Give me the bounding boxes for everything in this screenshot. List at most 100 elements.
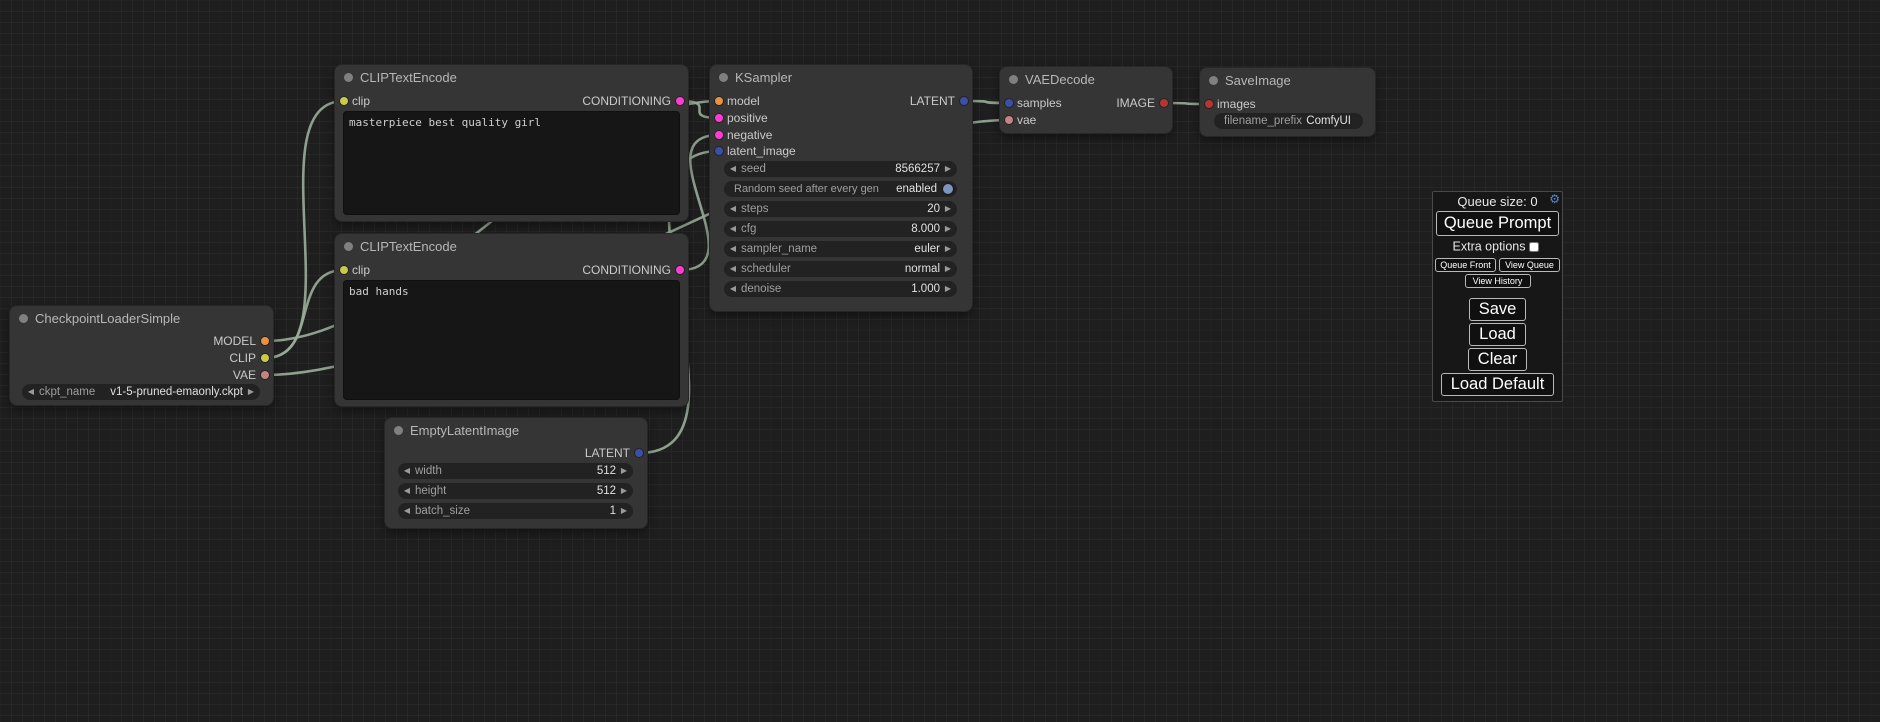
slot-label: VAE [233,368,256,382]
collapse-dot-icon[interactable] [19,314,28,323]
negative-input-port[interactable] [715,131,723,139]
load-button[interactable]: Load [1469,323,1526,346]
load-default-button[interactable]: Load Default [1441,373,1555,396]
latent-image-input-port[interactable] [715,147,723,155]
collapse-dot-icon[interactable] [1209,76,1218,85]
sampler-name-widget[interactable]: ◀ sampler_name euler ▶ [724,241,957,257]
decrement-arrow-icon[interactable]: ◀ [26,384,36,400]
decrement-arrow-icon[interactable]: ◀ [728,241,738,257]
input-slot-latent-image: latent_image [710,143,972,159]
extra-options-row: Extra options [1433,239,1562,255]
steps-widget[interactable]: ◀ steps 20 ▶ [724,201,957,217]
increment-arrow-icon[interactable]: ▶ [619,503,629,519]
node-saveimage[interactable]: SaveImage images filename_prefix ComfyUI [1200,68,1375,136]
collapse-dot-icon[interactable] [394,426,403,435]
increment-arrow-icon[interactable]: ▶ [943,201,953,217]
settings-gear-icon[interactable]: ⚙ [1549,192,1560,206]
decrement-arrow-icon[interactable]: ◀ [402,503,412,519]
slot-label: latent_image [727,144,796,158]
slot-label: MODEL [213,334,256,348]
node-emptylatentimage[interactable]: EmptyLatentImage LATENT ◀ width 512 ▶ ◀ … [385,418,647,528]
ckpt-name-widget[interactable]: ◀ ckpt_name v1-5-pruned-emaonly.ckpt ▶ [22,384,260,400]
node-graph-canvas[interactable]: CheckpointLoaderSimple MODEL CLIP VAE ◀ … [0,0,1880,722]
widget-value: v1-5-pruned-emaonly.ckpt [110,384,243,400]
increment-arrow-icon[interactable]: ▶ [943,241,953,257]
node-title: EmptyLatentImage [410,423,519,438]
widget-value: 8.000 [911,221,940,237]
output-slot-image: IMAGE [1000,95,1172,111]
node-cliptextencode-positive[interactable]: CLIPTextEncode clip CONDITIONING masterp… [335,65,688,221]
toggle-on-indicator[interactable] [943,184,953,194]
increment-arrow-icon[interactable]: ▶ [943,221,953,237]
widget-label: cfg [741,221,756,237]
positive-input-port[interactable] [715,114,723,122]
collapse-dot-icon[interactable] [719,73,728,82]
queue-prompt-button[interactable]: Queue Prompt [1436,211,1559,236]
increment-arrow-icon[interactable]: ▶ [246,384,256,400]
latent-output-port[interactable] [635,449,643,457]
slot-label: CONDITIONING [582,263,671,277]
slot-label: vae [1017,113,1036,127]
widget-label: sampler_name [741,241,817,257]
collapse-dot-icon[interactable] [344,242,353,251]
widget-value: euler [914,241,940,257]
increment-arrow-icon[interactable]: ▶ [619,483,629,499]
positive-prompt-textarea[interactable]: masterpiece best quality girl [343,111,680,215]
collapse-dot-icon[interactable] [1009,75,1018,84]
decrement-arrow-icon[interactable]: ◀ [728,201,738,217]
node-ksampler[interactable]: KSampler model LATENT positive negative … [710,65,972,311]
slot-label: negative [727,128,772,142]
latent-output-port[interactable] [960,97,968,105]
widget-value: 1 [610,503,616,519]
queue-buttons-row: Queue Front View Queue [1435,258,1560,272]
decrement-arrow-icon[interactable]: ◀ [728,161,738,177]
image-output-port[interactable] [1160,99,1168,107]
clear-button[interactable]: Clear [1468,348,1527,371]
seed-widget[interactable]: ◀ seed 8566257 ▶ [724,161,957,177]
output-slot-vae: VAE [10,367,273,383]
node-checkpointloadersimple[interactable]: CheckpointLoaderSimple MODEL CLIP VAE ◀ … [10,306,273,405]
increment-arrow-icon[interactable]: ▶ [943,161,953,177]
decrement-arrow-icon[interactable]: ◀ [402,483,412,499]
batch-size-widget[interactable]: ◀ batch_size 1 ▶ [398,503,633,519]
output-slot-clip: CLIP [10,350,273,366]
denoise-widget[interactable]: ◀ denoise 1.000 ▶ [724,281,957,297]
node-title: SaveImage [1225,73,1291,88]
slot-label: images [1217,97,1256,111]
node-title: CLIPTextEncode [360,239,457,254]
save-button[interactable]: Save [1469,298,1527,321]
collapse-dot-icon[interactable] [344,73,353,82]
node-vaedecode[interactable]: VAEDecode samples IMAGE vae [1000,67,1172,133]
widget-label: steps [741,201,769,217]
view-history-button[interactable]: View History [1465,274,1531,288]
decrement-arrow-icon[interactable]: ◀ [728,261,738,277]
increment-arrow-icon[interactable]: ▶ [619,463,629,479]
increment-arrow-icon[interactable]: ▶ [943,281,953,297]
cfg-widget[interactable]: ◀ cfg 8.000 ▶ [724,221,957,237]
decrement-arrow-icon[interactable]: ◀ [728,281,738,297]
random-seed-toggle-widget[interactable]: Random seed after every gen enabled [724,181,957,197]
clip-output-port[interactable] [261,354,269,362]
filename-prefix-widget[interactable]: filename_prefix ComfyUI [1214,113,1363,129]
width-widget[interactable]: ◀ width 512 ▶ [398,463,633,479]
scheduler-widget[interactable]: ◀ scheduler normal ▶ [724,261,957,277]
widget-value: 512 [597,483,616,499]
input-slot-images: images [1200,96,1375,112]
vae-output-port[interactable] [261,371,269,379]
images-input-port[interactable] [1205,100,1213,108]
increment-arrow-icon[interactable]: ▶ [943,261,953,277]
slot-label: LATENT [585,446,630,460]
decrement-arrow-icon[interactable]: ◀ [728,221,738,237]
negative-prompt-textarea[interactable]: bad hands [343,280,680,400]
decrement-arrow-icon[interactable]: ◀ [402,463,412,479]
height-widget[interactable]: ◀ height 512 ▶ [398,483,633,499]
view-queue-button[interactable]: View Queue [1499,258,1560,272]
slot-label: CONDITIONING [582,94,671,108]
vae-input-port[interactable] [1005,116,1013,124]
node-cliptextencode-negative[interactable]: CLIPTextEncode clip CONDITIONING bad han… [335,234,688,406]
widget-label: height [415,483,446,499]
queue-front-button[interactable]: Queue Front [1435,258,1496,272]
model-output-port[interactable] [261,337,269,345]
extra-options-checkbox[interactable] [1529,242,1539,252]
widget-value: enabled [896,181,937,197]
